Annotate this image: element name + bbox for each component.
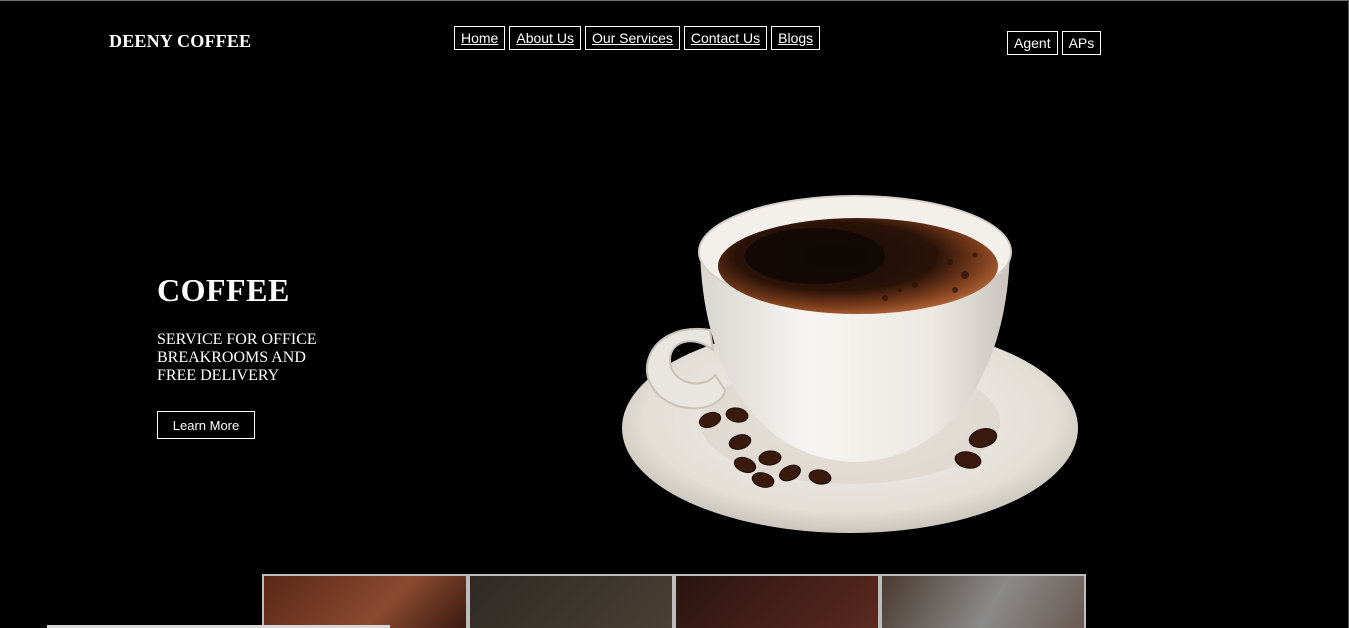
gallery-thumb-interior[interactable] (882, 576, 1084, 628)
aps-button[interactable]: APs (1061, 31, 1102, 55)
gallery-thumb-dark[interactable] (470, 576, 672, 628)
gallery-strip (262, 574, 1086, 628)
gallery-thumb-cup[interactable] (676, 576, 878, 628)
brand-logo[interactable]: DEENY COFFEE (109, 31, 251, 52)
agent-button[interactable]: Agent (1007, 31, 1058, 55)
nav-about-us[interactable]: About Us (509, 26, 581, 50)
nav-blogs[interactable]: Blogs (771, 26, 821, 50)
hero-title: COFFEE (157, 272, 290, 308)
learn-more-button[interactable]: Learn More (157, 411, 255, 439)
coffee-cup-illustration (622, 195, 1078, 533)
side-nav: Agent APs (1007, 31, 1102, 55)
nav-contact-us[interactable]: Contact Us (683, 26, 768, 50)
nav-home[interactable]: Home (454, 26, 506, 50)
hero-subtitle: SERVICE FOR OFFICE BREAKROOMS AND FREE D… (157, 331, 317, 384)
nav-our-services[interactable]: Our Services (584, 26, 680, 50)
gallery-thumb-latte[interactable] (264, 576, 466, 628)
main-nav: Home About Us Our Services Contact Us Bl… (454, 26, 821, 50)
top-border (0, 0, 1349, 1)
